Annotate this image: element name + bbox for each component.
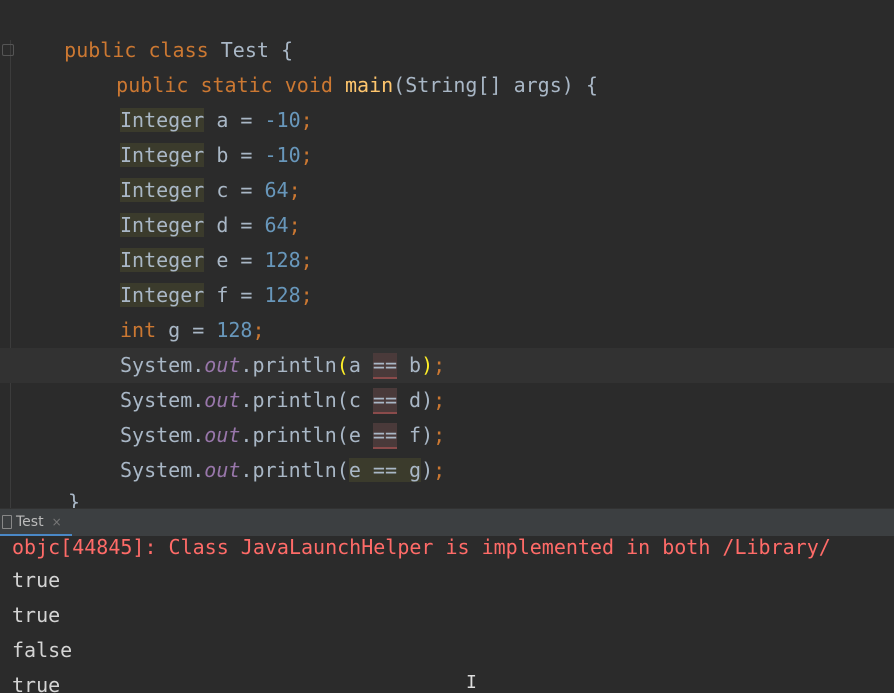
code-line-decl-e[interactable]: Integer e = 128; bbox=[120, 243, 313, 278]
console-output-line: false bbox=[12, 638, 73, 662]
value: -10 bbox=[264, 108, 301, 132]
brace: { bbox=[585, 73, 598, 97]
type: Integer bbox=[120, 143, 205, 167]
code-line-decl-f[interactable]: Integer f = 128; bbox=[120, 278, 313, 313]
code-line-decl-a[interactable]: Integer a = -10; bbox=[120, 103, 313, 138]
value: 64 bbox=[264, 178, 289, 202]
var-name: e bbox=[216, 248, 229, 272]
keyword: public bbox=[116, 73, 189, 97]
code-line-print-2[interactable]: System.out.println(c == d); bbox=[120, 383, 445, 418]
console-error-line: objc[44845]: Class JavaLaunchHelper is i… bbox=[12, 536, 831, 559]
code-line-decl-c[interactable]: Integer c = 64; bbox=[120, 173, 301, 208]
code-line-decl-g[interactable]: int g = 128; bbox=[120, 313, 265, 348]
var-name: d bbox=[216, 213, 229, 237]
type: Integer bbox=[120, 213, 205, 237]
method-name: main bbox=[344, 73, 394, 97]
code-line-decl-d[interactable]: Integer d = 64; bbox=[120, 208, 301, 243]
type: Integer bbox=[120, 108, 205, 132]
value: -10 bbox=[264, 143, 301, 167]
var-name: g bbox=[168, 318, 181, 342]
code-line-print-3[interactable]: System.out.println(e == f); bbox=[120, 418, 445, 453]
run-console[interactable]: objc[44845]: Class JavaLaunchHelper is i… bbox=[0, 536, 894, 693]
console-output-line: true bbox=[12, 568, 61, 592]
value: 64 bbox=[264, 213, 289, 237]
var-name: b bbox=[216, 143, 229, 167]
value: 128 bbox=[264, 283, 301, 307]
gutter-guide bbox=[10, 40, 11, 508]
console-output-line: true bbox=[12, 673, 61, 693]
type: Integer bbox=[120, 248, 205, 272]
value: 128 bbox=[264, 248, 301, 272]
tab-label: Test bbox=[16, 513, 44, 530]
value: 128 bbox=[216, 318, 253, 342]
tab-test[interactable]: Test × bbox=[0, 509, 72, 537]
var-name: c bbox=[216, 178, 229, 202]
code-line-print-1[interactable]: System.out.println(a == b); bbox=[0, 348, 894, 383]
type: Integer bbox=[120, 283, 205, 307]
code-line-main-decl[interactable]: public static void main(String[] args) { bbox=[68, 33, 598, 97]
code-line-print-4[interactable]: System.out.println(e == g); bbox=[120, 453, 445, 488]
type: int bbox=[120, 318, 157, 342]
console-output-line: true bbox=[12, 603, 61, 627]
comparison-warning[interactable]: == bbox=[372, 388, 397, 414]
code-editor[interactable]: public class Test { public static void m… bbox=[0, 0, 894, 508]
params: (String[] args) bbox=[393, 73, 574, 97]
close-icon[interactable]: × bbox=[52, 515, 62, 529]
var-name: a bbox=[216, 108, 229, 132]
var-name: f bbox=[216, 283, 229, 307]
keyword: static bbox=[200, 73, 273, 97]
comparison-warning[interactable]: == bbox=[372, 353, 397, 379]
comparison-warning[interactable]: == bbox=[372, 423, 397, 449]
code-line-closing-brace[interactable]: } bbox=[68, 485, 80, 508]
run-tool-window-header: Test × bbox=[0, 508, 894, 537]
keyword: void bbox=[284, 73, 333, 97]
text-cursor-icon: Ι bbox=[466, 672, 477, 693]
type: Integer bbox=[120, 178, 205, 202]
code-line-class-decl[interactable]: public class Test { bbox=[16, 0, 293, 62]
run-config-icon bbox=[2, 514, 12, 529]
fold-icon[interactable] bbox=[2, 44, 14, 56]
code-line-decl-b[interactable]: Integer b = -10; bbox=[120, 138, 313, 173]
